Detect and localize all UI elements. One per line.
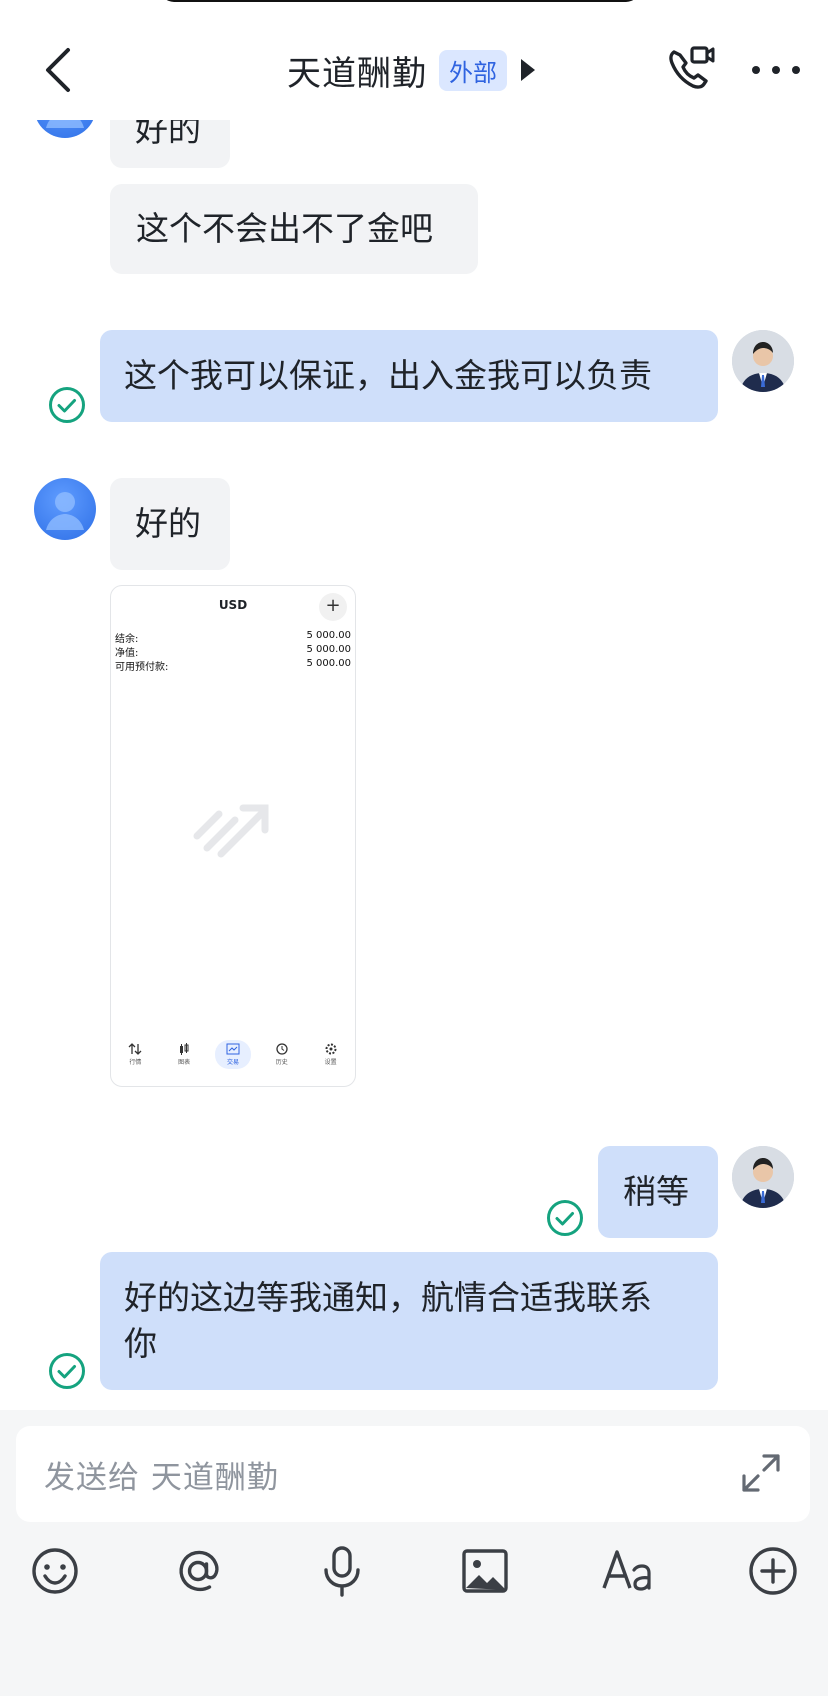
chat-header: 天道酬勤 外部	[0, 0, 828, 120]
more-icon[interactable]	[748, 54, 804, 86]
chat-title-area[interactable]: 天道酬勤 外部	[287, 46, 535, 94]
free-margin-row: 可用预付款: 5 000.00	[115, 658, 351, 673]
back-icon[interactable]	[36, 44, 80, 96]
my-avatar[interactable]	[732, 330, 794, 392]
message-bubble[interactable]: 好的这边等我通知，航情合适我联系 你	[100, 1252, 718, 1390]
message-text: 好的	[135, 504, 201, 543]
equity-row: 净值: 5 000.00	[115, 644, 351, 659]
message-bubble[interactable]: 这个我可以保证，出入金我可以负责	[100, 330, 718, 422]
microphone-icon[interactable]	[313, 1542, 371, 1600]
status-bar-notch	[160, 0, 640, 2]
message-text-line: 好的这边等我通知，航情合适我联系	[124, 1278, 652, 1317]
nav-settings: 设置	[313, 1043, 349, 1066]
chat-title: 天道酬勤	[287, 53, 427, 94]
read-check-icon	[49, 1353, 85, 1389]
image-icon[interactable]	[456, 1542, 514, 1600]
message-bubble[interactable]: 这个不会出不了金吧	[110, 184, 478, 274]
peer-avatar[interactable]	[34, 478, 96, 540]
mention-icon[interactable]	[169, 1542, 227, 1600]
text-format-icon[interactable]	[600, 1542, 658, 1600]
message-text-line: 你	[124, 1324, 157, 1363]
caret-right-icon	[521, 59, 535, 81]
expand-icon[interactable]	[740, 1452, 782, 1494]
add-icon[interactable]	[744, 1542, 802, 1600]
phone-video-call-icon[interactable]	[664, 44, 716, 96]
message-list[interactable]: 好的 这个不会出不了金吧 这个我可以保证，出入金我可以负责 好的 USD + 结…	[0, 0, 828, 1410]
my-avatar[interactable]	[732, 1146, 794, 1208]
composer: 发送给 天道酬勤	[0, 1410, 828, 1696]
message-text: 这个不会出不了金吧	[136, 209, 433, 248]
trend-placeholder-icon	[193, 804, 269, 858]
nav-chart: 图表	[166, 1042, 202, 1066]
read-check-icon	[547, 1200, 583, 1236]
message-text: 这个我可以保证，出入金我可以负责	[124, 356, 652, 395]
message-bubble[interactable]: 好的	[110, 478, 230, 570]
read-check-icon	[49, 387, 85, 423]
message-text: 稍等	[623, 1172, 689, 1211]
message-bubble[interactable]: 稍等	[598, 1146, 718, 1238]
nav-history: 历史	[264, 1042, 300, 1066]
screenshot-tabbar: 行情 图表 交易 历史 设置	[111, 1032, 355, 1076]
message-input[interactable]: 发送给 天道酬勤	[16, 1426, 810, 1522]
balance-row: 结余: 5 000.00	[115, 630, 351, 645]
shared-screenshot[interactable]: USD + 结余: 5 000.00 净值: 5 000.00 可用预付款: 5 00…	[110, 585, 356, 1087]
nav-quotes: 行情	[117, 1042, 153, 1066]
nav-trade: 交易	[214, 1039, 251, 1069]
plus-icon: +	[319, 593, 347, 621]
input-placeholder: 发送给 天道酬勤	[44, 1460, 279, 1496]
external-badge: 外部	[439, 49, 507, 91]
emoji-icon[interactable]	[26, 1542, 84, 1600]
